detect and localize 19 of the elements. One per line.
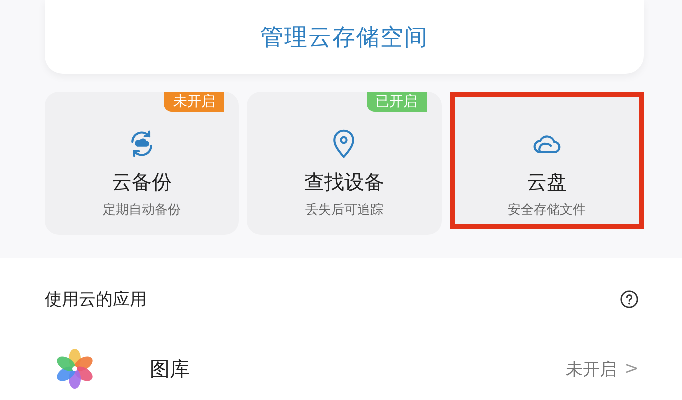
status-badge: 已开启 bbox=[366, 92, 427, 112]
tile-subtitle: 安全存储文件 bbox=[508, 202, 586, 219]
tile-subtitle: 丢失后可追踪 bbox=[305, 202, 384, 219]
gallery-app-icon bbox=[55, 349, 95, 389]
help-icon[interactable] bbox=[620, 290, 639, 309]
app-row[interactable]: 图库 未开启 > bbox=[45, 349, 644, 389]
status-badge: 未开启 bbox=[164, 92, 224, 112]
tile-subtitle: 定期自动备份 bbox=[103, 202, 182, 219]
tile-title: 云备份 bbox=[112, 169, 172, 196]
section-title: 使用云的应用 bbox=[45, 289, 147, 311]
feature-tile[interactable]: 已开启 查找设备 丢失后可追踪 bbox=[247, 92, 442, 235]
app-name: 图库 bbox=[150, 356, 191, 382]
tile-title: 云盘 bbox=[526, 169, 567, 196]
tile-title: 查找设备 bbox=[304, 169, 384, 196]
manage-storage-link[interactable]: 管理云存储空间 bbox=[260, 22, 428, 52]
feature-tile[interactable]: 未开启 云备份 定期自动备份 bbox=[45, 92, 240, 235]
chevron-icon: > bbox=[624, 359, 639, 379]
app-status: 未开启 bbox=[566, 358, 617, 380]
feature-tile[interactable]: 云盘 安全存储文件 bbox=[450, 92, 644, 229]
